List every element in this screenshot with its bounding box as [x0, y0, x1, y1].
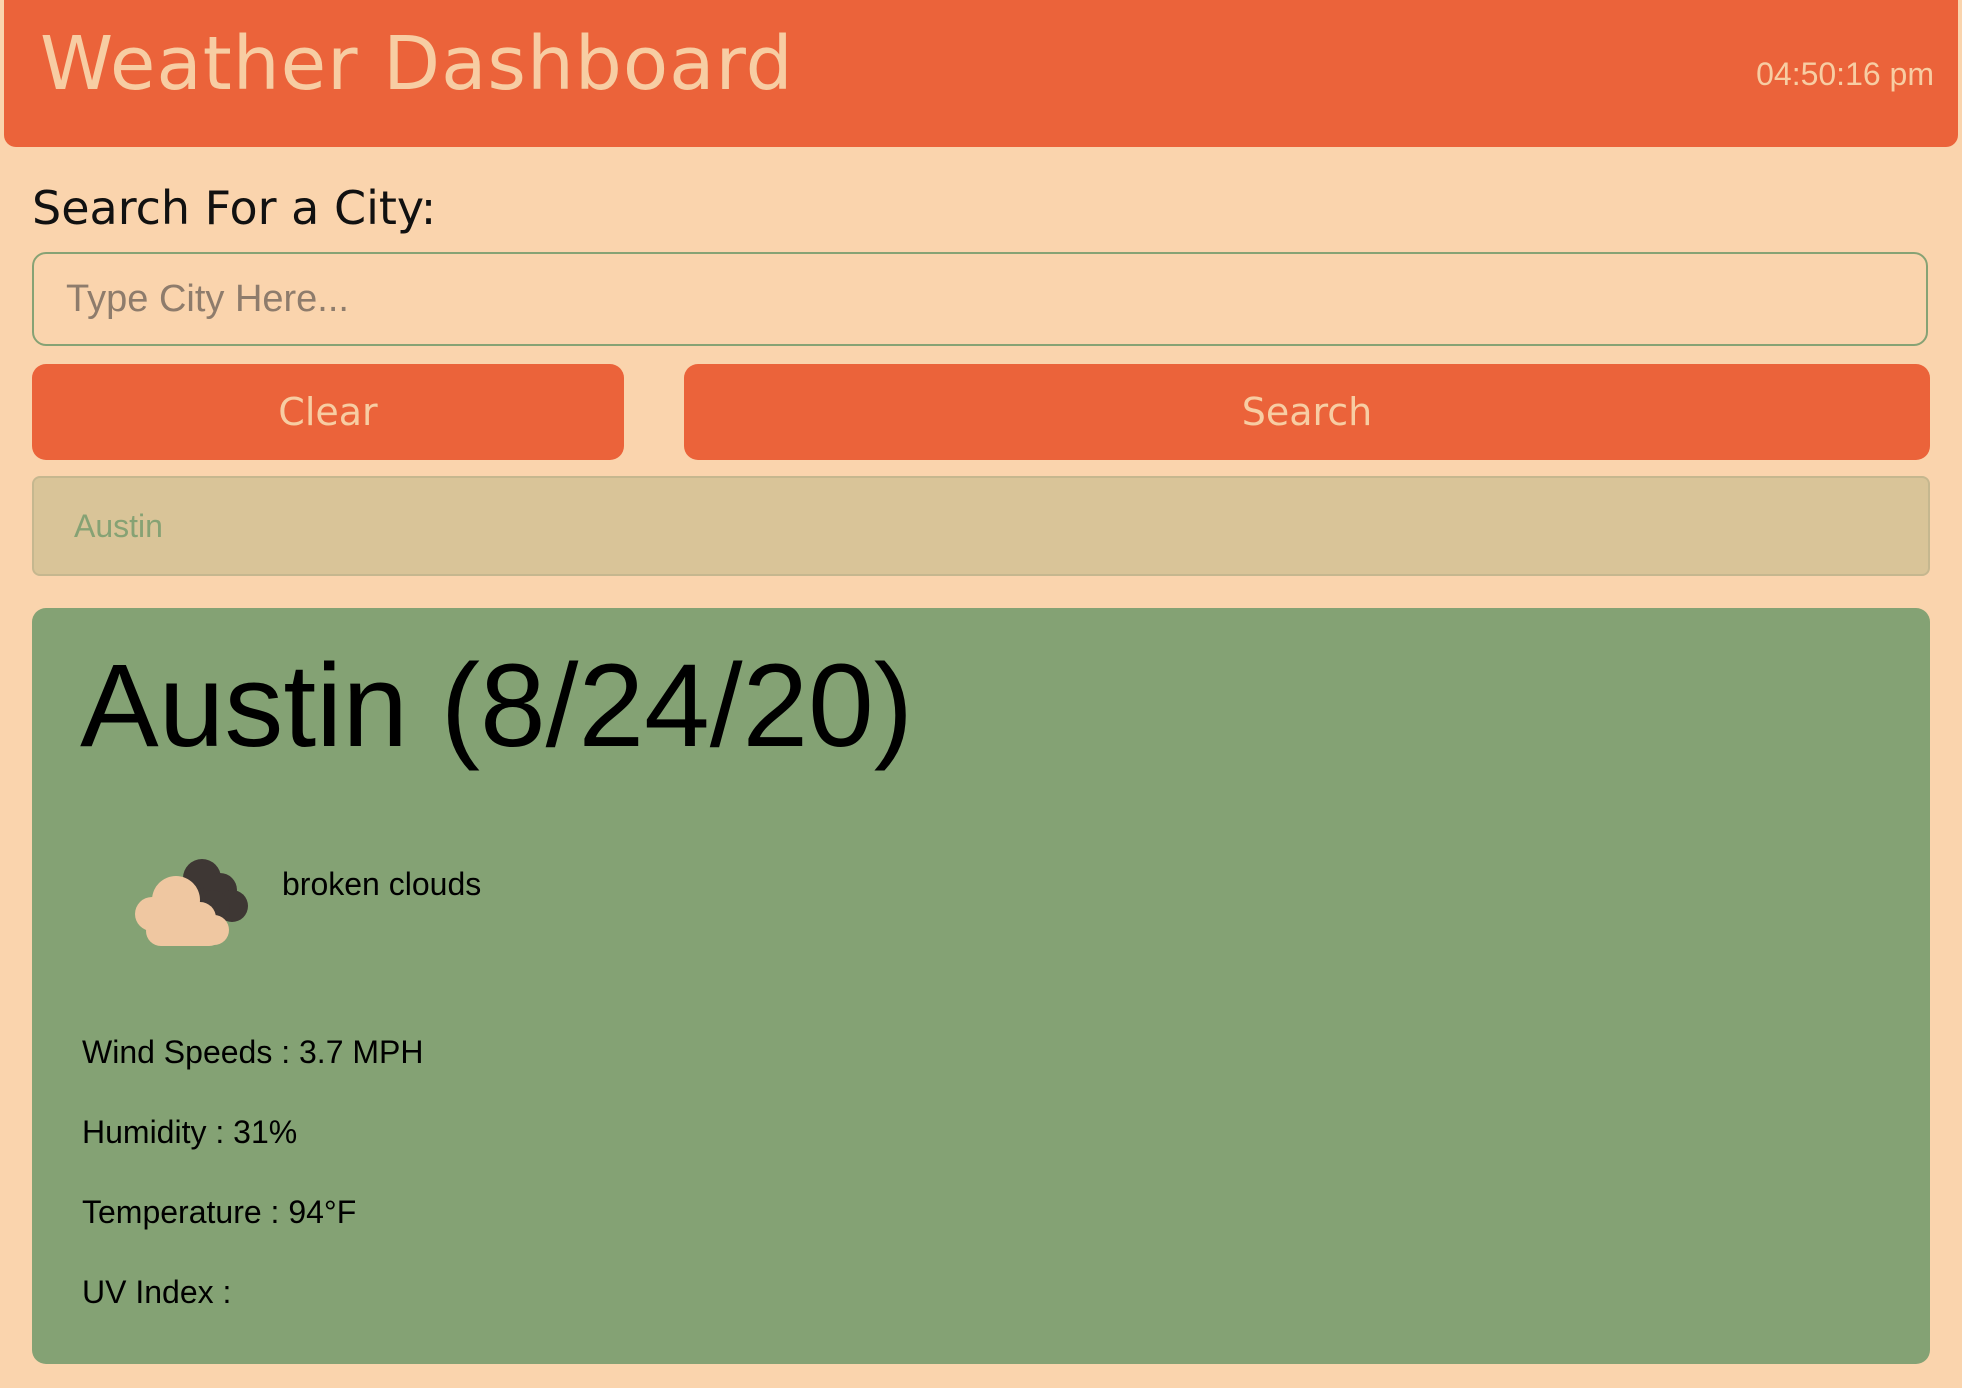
search-heading: Search For a City: [32, 181, 437, 235]
current-weather-title: Austin (8/24/20) [80, 640, 914, 772]
app: Weather Dashboard 04:50:16 pm Search For… [0, 0, 1962, 1388]
search-button[interactable]: Search [684, 364, 1930, 460]
clock: 04:50:16 pm [1756, 56, 1934, 92]
clear-button[interactable]: Clear [32, 364, 624, 460]
current-weather-card: Austin (8/24/20) broken clouds Wind Spee… [32, 608, 1930, 1364]
uv-index: UV Index : [82, 1274, 232, 1310]
weather-description: broken clouds [282, 866, 482, 902]
temperature: Temperature : 94°F [82, 1194, 357, 1230]
search-history-item[interactable]: Austin [32, 476, 1930, 576]
page-title: Weather Dashboard [40, 21, 794, 107]
header-bar: Weather Dashboard 04:50:16 pm [4, 0, 1958, 147]
broken-clouds-icon [135, 859, 248, 946]
search-history-list: Austin [32, 476, 1930, 576]
wind-speed: Wind Speeds : 3.7 MPH [82, 1034, 424, 1070]
city-search-input[interactable] [32, 252, 1928, 346]
humidity: Humidity : 31% [82, 1114, 298, 1150]
